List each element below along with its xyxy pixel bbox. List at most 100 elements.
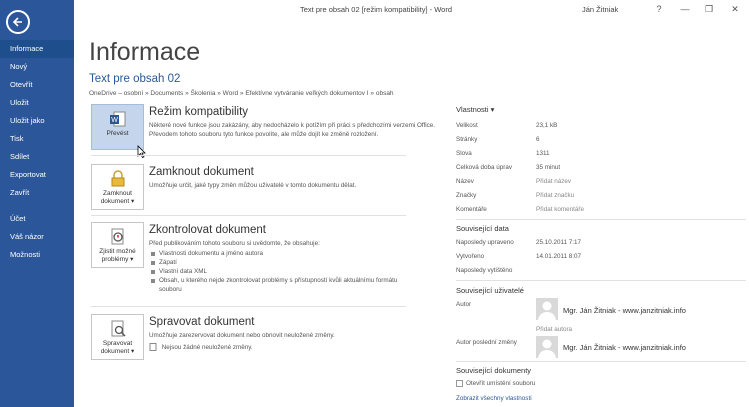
inspect-label-1: Zjistit možné	[99, 248, 136, 255]
related-people-heading: Související uživatelé	[456, 286, 524, 295]
window-title: Text pre obsah 02 [režim kompatibility] …	[300, 5, 453, 14]
nav-item-export[interactable]: Exportovat	[0, 166, 74, 184]
author-label: Autor	[456, 301, 472, 308]
divider	[456, 219, 746, 220]
nav-item-open[interactable]: Otevřít	[0, 76, 74, 94]
protect-label-2: dokument ▾	[100, 198, 135, 205]
svg-text:W: W	[111, 117, 118, 124]
manage-section: Spravovat dokument Umožňuje zarezervovat…	[149, 316, 439, 352]
properties-heading[interactable]: Vlastnosti ▾	[456, 105, 494, 114]
manage-label-2: dokument ▾	[100, 348, 135, 355]
info-pane: Informace Text pre obsah 02 OneDrive – o…	[74, 22, 749, 407]
divider	[456, 280, 746, 281]
list-item: Vlastní data XML	[149, 267, 439, 276]
manage-document-button[interactable]: Spravovat dokument ▾	[91, 314, 144, 360]
list-item: Vlastnosti dokumentu a jméno autora	[149, 249, 439, 258]
title-bar: Text pre obsah 02 [režim kompatibility] …	[74, 0, 749, 22]
avatar[interactable]	[536, 336, 558, 358]
author-name[interactable]: Mgr. Ján Žitniak - www.janzitniak.info	[563, 306, 686, 315]
protect-text: Umožňuje určit, jaké typy změn můžou uži…	[149, 182, 357, 189]
prop-label: Stránky	[456, 136, 478, 143]
compatibility-text: Některé nové funkce jsou zakázány, aby n…	[149, 122, 436, 138]
protect-label-1: Zamknout	[103, 190, 132, 197]
lock-icon	[111, 170, 124, 187]
avatar[interactable]	[536, 298, 558, 320]
prop-value: 14.01.2011 8:07	[536, 253, 582, 260]
show-all-properties-link[interactable]: Zobrazit všechny vlastnosti	[456, 395, 532, 402]
page-title: Informace	[89, 38, 201, 66]
breadcrumb[interactable]: OneDrive – osobní » Documents » Školenia…	[89, 90, 394, 97]
prop-label: Název	[456, 178, 474, 185]
inspect-heading: Zkontrolovat dokument	[149, 224, 266, 236]
manage-text: Umožňuje zarezervovat dokument nebo obno…	[149, 332, 335, 339]
list-item: Zápatí	[149, 258, 439, 267]
add-author-link[interactable]: Přidat autora	[536, 326, 572, 333]
prop-label: Vytvořeno	[456, 253, 485, 260]
person-icon	[538, 339, 556, 358]
add-tag-field[interactable]: Přidat značku	[536, 192, 574, 199]
inspect-list: Vlastnosti dokumentu a jméno autora Zápa…	[149, 249, 439, 294]
back-arrow-icon[interactable]	[6, 10, 30, 34]
related-documents-heading: Související dokumenty	[456, 366, 532, 375]
prop-label: Slova	[456, 150, 472, 157]
nav-item-account[interactable]: Účet	[0, 210, 74, 228]
document-title: Text pre obsah 02	[89, 73, 181, 85]
last-author-name[interactable]: Mgr. Ján Žitniak - www.janzitniak.info	[563, 343, 686, 352]
prop-value: 1311	[536, 150, 550, 157]
compatibility-heading: Režim kompatibility	[149, 106, 249, 118]
person-icon	[538, 301, 556, 320]
manage-heading: Spravovat dokument	[149, 316, 255, 328]
divider	[91, 215, 406, 216]
prop-label: Komentáře	[456, 206, 487, 213]
divider	[456, 361, 746, 362]
nav-item-new[interactable]: Nový	[0, 58, 74, 76]
open-file-location[interactable]: Otevřít umístění souboru	[456, 380, 535, 387]
backstage-sidebar: Informace Nový Otevřít Uložit Uložit jak…	[0, 0, 74, 407]
inspect-text: Před publikováním tohoto souboru si uvěd…	[149, 240, 320, 247]
inspect-label-2: problémy ▾	[101, 256, 134, 263]
mouse-pointer-icon	[137, 145, 146, 158]
inspect-document-icon	[111, 228, 123, 245]
prop-value: 23,1 kB	[536, 122, 558, 129]
nav-item-close[interactable]: Zavřít	[0, 184, 74, 202]
signed-in-user[interactable]: Ján Žitniak	[582, 5, 618, 14]
inspect-section: Zkontrolovat dokument Před publikováním …	[149, 224, 439, 294]
unsaved-changes-note: Nejsou žádné neuložené změny.	[149, 343, 439, 352]
nav-item-save-as[interactable]: Uložit jako	[0, 112, 74, 130]
protect-document-button[interactable]: Zamknout dokument ▾	[91, 164, 144, 210]
prop-value: 35 minut	[536, 164, 561, 171]
add-title-field[interactable]: Přidat název	[536, 178, 571, 185]
nav-item-feedback[interactable]: Váš názor	[0, 228, 74, 246]
check-for-issues-button[interactable]: Zjistit možné problémy ▾	[91, 222, 144, 268]
unsaved-note-text: Nejsou žádné neuložené změny.	[161, 344, 253, 351]
nav-item-print[interactable]: Tisk	[0, 130, 74, 148]
prop-value: 6	[536, 136, 540, 143]
protect-section: Zamknout dokument Umožňuje určit, jaké t…	[149, 166, 439, 190]
add-comments-field[interactable]: Přidat komentáře	[536, 206, 584, 213]
prop-value: 25.10.2011 7:17	[536, 239, 582, 246]
backstage-nav: Informace Nový Otevřít Uložit Uložit jak…	[0, 40, 74, 264]
open-file-location-label: Otevřít umístění souboru	[466, 380, 536, 388]
divider	[91, 155, 406, 156]
compatibility-section: Režim kompatibility Některé nové funkce …	[149, 106, 439, 139]
word-convert-icon: W	[109, 111, 125, 127]
prop-label: Naposledy vytištěno	[456, 267, 513, 274]
nav-item-save[interactable]: Uložit	[0, 94, 74, 112]
help-icon[interactable]: ?	[652, 4, 666, 14]
protect-heading: Zamknout dokument	[149, 166, 254, 178]
prop-label: Značky	[456, 192, 477, 199]
folder-icon	[456, 380, 463, 387]
nav-item-info[interactable]: Informace	[0, 40, 74, 58]
convert-button[interactable]: W Převést	[91, 104, 144, 150]
minimize-icon[interactable]: —	[678, 4, 692, 14]
prop-label: Celková doba úprav	[456, 164, 513, 171]
nav-item-options[interactable]: Možnosti	[0, 246, 74, 264]
manage-document-icon	[111, 320, 126, 337]
related-dates-heading: Související data	[456, 224, 509, 233]
restore-icon[interactable]: ❐	[702, 4, 716, 15]
prop-label: Naposledy upraveno	[456, 239, 514, 246]
last-modified-by-label: Autor poslední změny	[456, 339, 517, 346]
nav-item-share[interactable]: Sdílet	[0, 148, 74, 166]
close-icon[interactable]: ✕	[728, 4, 742, 15]
convert-button-label: Převést	[106, 130, 129, 137]
